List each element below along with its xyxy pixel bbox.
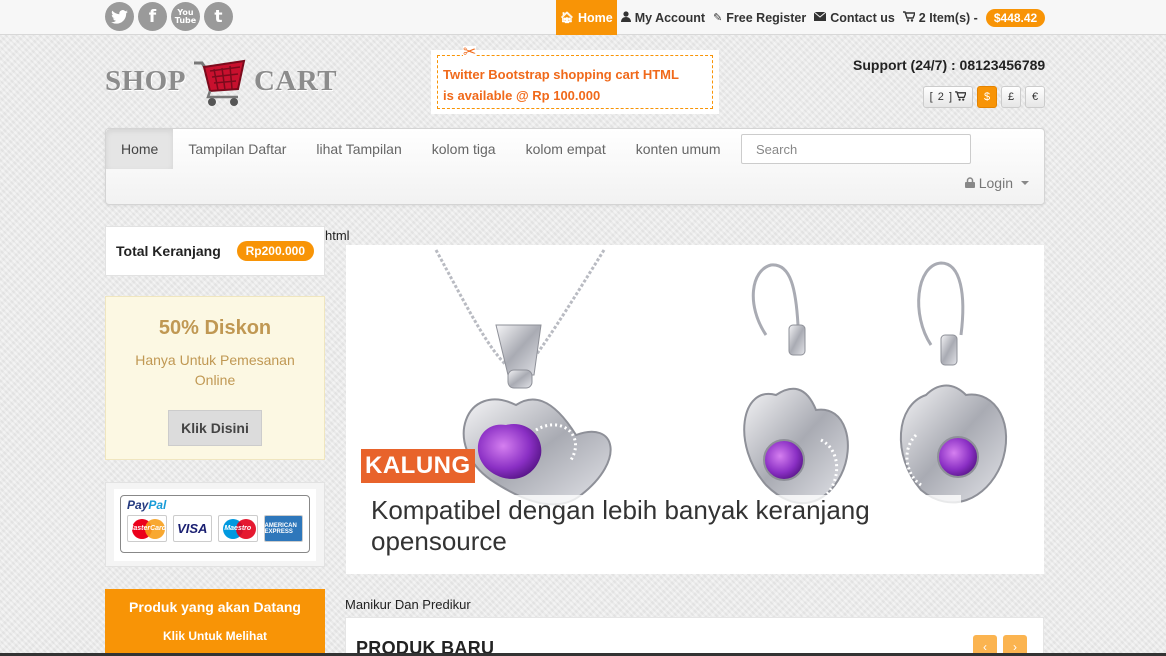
envelope-icon [813,11,827,24]
mini-cart-count: [ 2 ] [929,91,953,103]
cart-total-label: Total Keranjang [116,243,221,259]
maestro-icon: Maestro [218,515,258,542]
promo-line-1: Twitter Bootstrap shopping cart HTML [443,67,679,82]
top-nav-contact-label: Contact us [830,10,895,25]
top-nav-home-label: Home [577,10,613,25]
hero-slider[interactable]: KALUNG Kompatibel dengan lebih banyak ke… [346,245,1044,574]
discount-title: 50% Diskon [158,317,272,339]
currency-switcher: [ 2 ] $ £ € [922,86,1045,108]
nav-konten-umum[interactable]: konten umum [621,129,736,169]
amex-label: AMERICAN EXPRESS [264,522,297,535]
cart-total-widget: Total Keranjang Rp200.000 [105,226,325,276]
paypal-logo-pay: Pay [127,498,149,512]
mastercard-label: MasterCard [127,525,167,532]
youtube-glyph-bottom: Tube [174,15,197,25]
search-input[interactable] [741,134,971,164]
slide-tag: KALUNG [361,449,475,483]
nav-home[interactable]: Home [106,129,174,169]
top-nav-account-label: My Account [634,10,706,25]
nav-tampilan-daftar[interactable]: Tampilan Daftar [173,129,301,169]
visa-label: VISA [177,521,208,536]
nav-kolom-empat[interactable]: kolom empat [511,129,621,169]
shopping-cart-logo-icon [193,59,246,106]
top-nav-account[interactable]: My Account [617,0,709,35]
logo-text-left: SHOP [105,64,186,97]
maestro-label: Maestro [224,525,252,532]
cart-icon [902,10,916,25]
cart-total-badge: $448.42 [985,8,1046,27]
discount-button[interactable]: Klik Disini [168,410,262,446]
support-phone: Support (24/7) : 08123456789 [853,57,1046,73]
new-products-panel: PRODUK BARU ‹ › [345,617,1044,656]
paypal-banner: PayPal MasterCard VISA Maestro AMERICAN … [114,489,316,561]
card-logos: MasterCard VISA Maestro AMERICAN EXPRESS [127,515,303,542]
tumblr-glyph: t [214,6,223,27]
tumblr-icon[interactable]: t [204,2,233,31]
visa-icon: VISA [172,515,212,542]
mastercard-icon: MasterCard [127,515,167,542]
promo-line-2: is available @ Rp 100.000 [443,88,601,103]
caret-down-icon [1021,181,1029,185]
top-bar: f You Tube t 🏠︎ Home My Account ✎ Free R… [0,0,1166,35]
discount-widget: 50% Diskon Hanya Untuk Pemesanan Online … [105,296,325,460]
facebook-glyph: f [148,6,157,27]
site-logo[interactable]: SHOP CART [105,55,337,107]
top-nav-contact[interactable]: Contact us [810,0,899,35]
login-label: Login [978,175,1013,191]
slide-caption: Kompatibel dengan lebih banyak keranjang… [361,495,961,557]
cart-total-price: Rp200.000 [236,241,314,261]
currency-usd-button[interactable]: $ [977,86,997,108]
discount-text: Hanya Untuk Pemesanan Online [135,352,295,388]
top-nav-register-label: Free Register [726,10,807,25]
lock-icon [964,175,975,191]
amex-icon: AMERICAN EXPRESS [263,515,303,542]
currency-eur-button[interactable]: € [1025,86,1045,108]
html-label: html [325,228,350,243]
promo-dashed-frame: Twitter Bootstrap shopping cart HTML is … [437,55,713,109]
twitter-icon[interactable] [105,2,134,31]
paypal-frame: PayPal MasterCard VISA Maestro AMERICAN … [120,495,310,553]
logo-text-right: CART [253,64,338,97]
social-links: f You Tube t [105,2,233,31]
paypal-logo-pal: Pal [148,498,167,512]
mini-cart-icon [953,90,967,104]
payment-methods-widget: PayPal MasterCard VISA Maestro AMERICAN … [105,482,325,567]
promo-box[interactable]: Twitter Bootstrap shopping cart HTML is … [431,45,719,114]
top-nav-cart-label: 2 Item(s) - [918,10,978,25]
main-navbar: Home Tampilan Daftar lihat Tampilan kolo… [105,128,1045,205]
top-nav: 🏠︎ Home My Account ✎ Free Register Conta… [556,0,1049,35]
coming-products-widget[interactable]: Produk yang akan Datang Klik Untuk Melih… [105,589,325,656]
home-icon: 🏠︎ [560,12,574,24]
mini-cart-button[interactable]: [ 2 ] [922,86,973,108]
facebook-icon[interactable]: f [138,2,167,31]
coming-link[interactable]: Klik Untuk Melihat [105,629,325,643]
top-nav-cart[interactable]: 2 Item(s) - $448.42 [899,0,1049,35]
nav-links: Home Tampilan Daftar lihat Tampilan kolo… [106,129,736,169]
currency-gbp-button[interactable]: £ [1001,86,1021,108]
top-nav-home[interactable]: 🏠︎ Home [556,0,617,35]
youtube-icon[interactable]: You Tube [171,2,200,31]
user-icon [620,10,631,25]
coming-title: Produk yang akan Datang [129,599,301,615]
nav-kolom-tiga[interactable]: kolom tiga [417,129,511,169]
edit-icon: ✎ [713,12,723,24]
nav-lihat-tampilan[interactable]: lihat Tampilan [301,129,416,169]
section-label: Manikur Dan Predikur [345,597,471,612]
scissors-icon: ✂ [463,44,477,61]
login-dropdown[interactable]: Login [964,175,1029,191]
top-nav-register[interactable]: ✎ Free Register [709,0,810,35]
paypal-logo: PayPal [127,498,303,512]
